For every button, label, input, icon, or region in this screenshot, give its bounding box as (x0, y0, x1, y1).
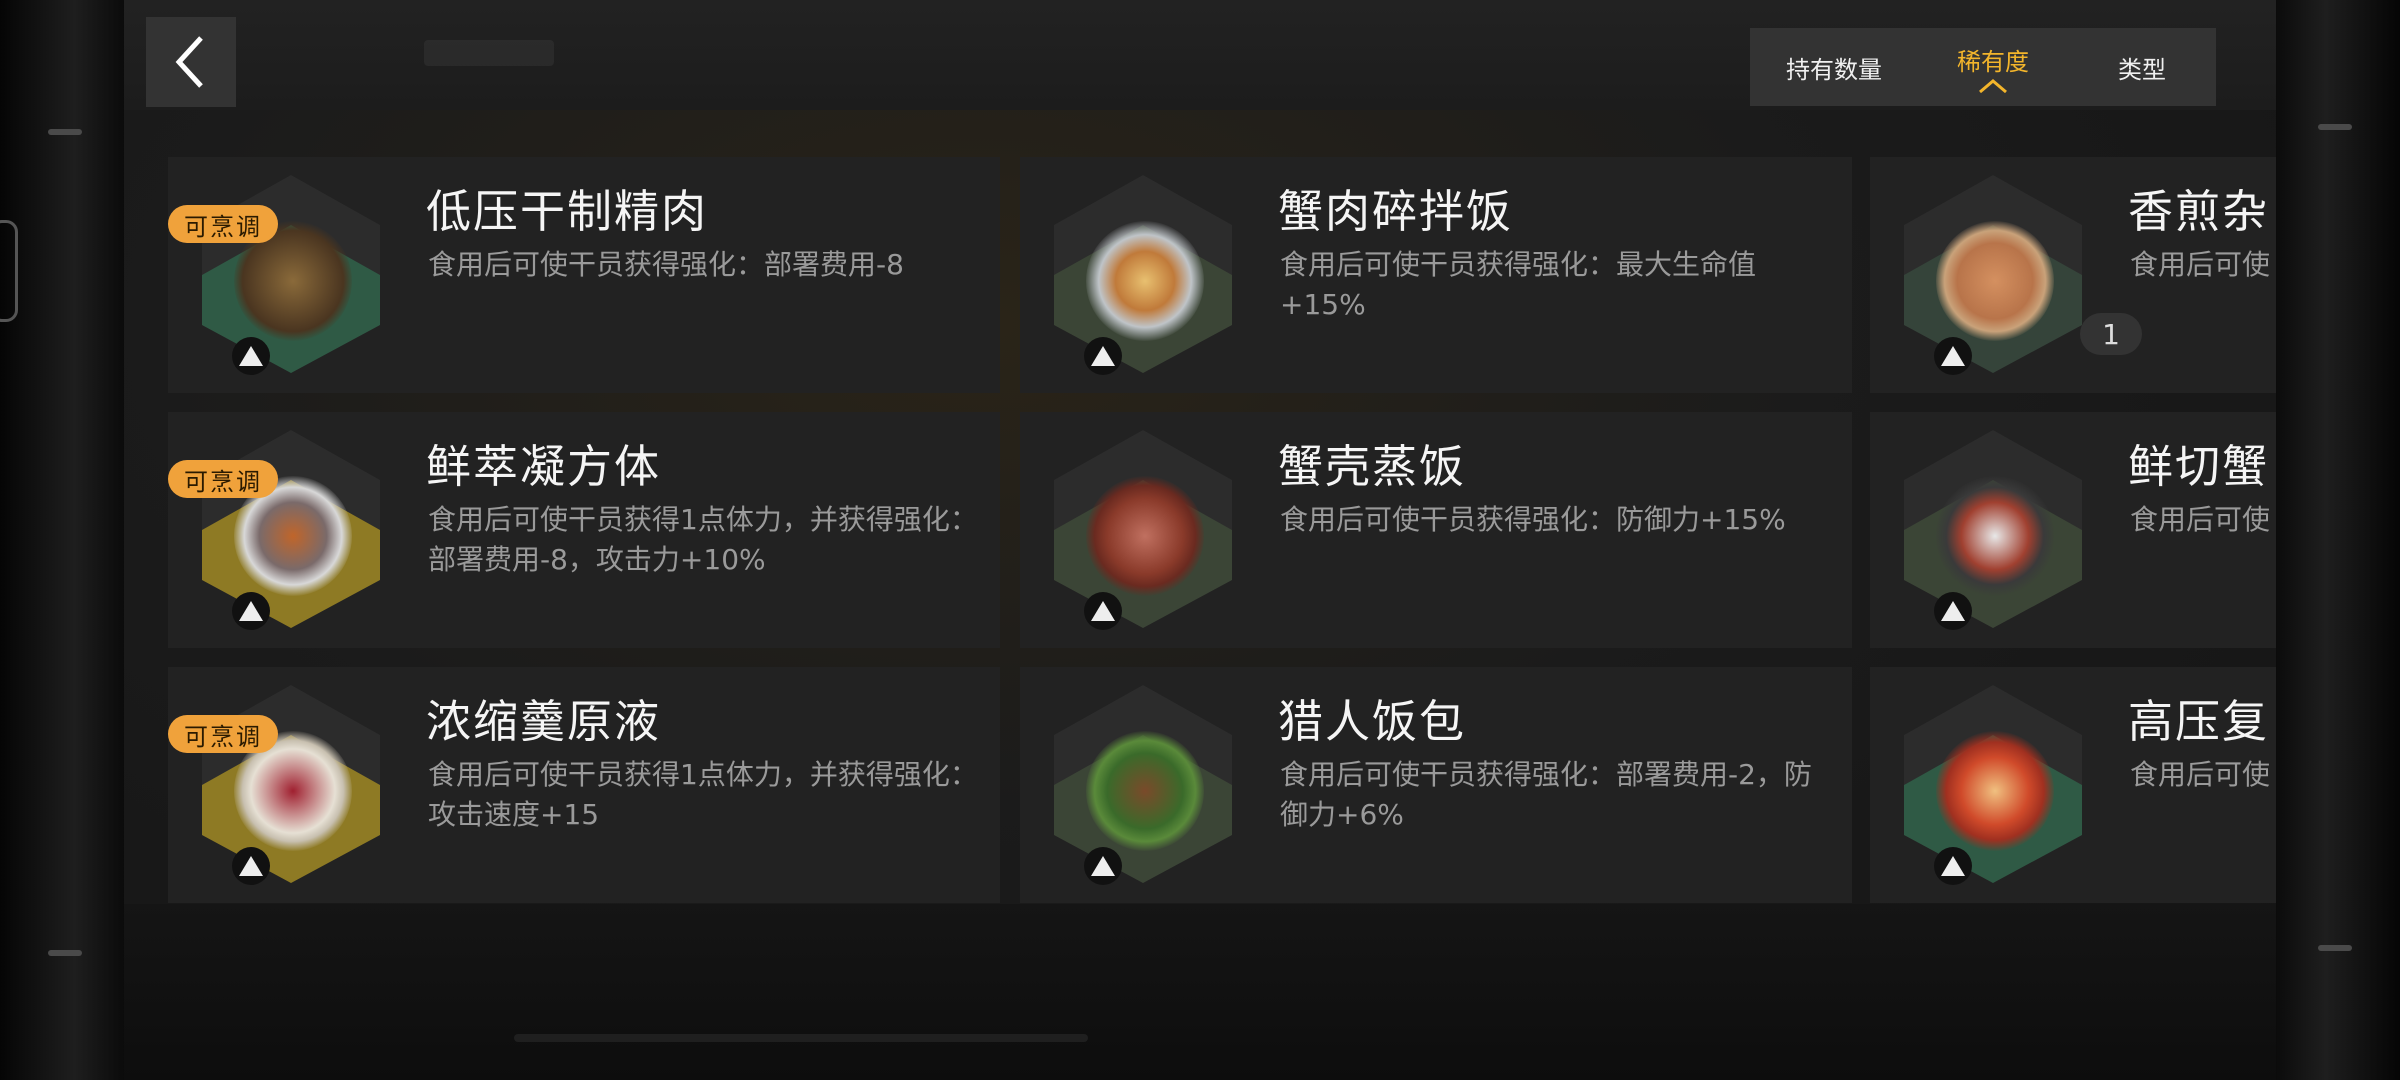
rarity-badge (1084, 847, 1122, 885)
rarity-badge (232, 847, 270, 885)
bottom-shadow-area (124, 904, 2276, 1080)
sort-by-rarity[interactable]: 稀有度 (1918, 28, 2068, 106)
food-tile (1050, 426, 1236, 632)
rarity-triangle-icon (1091, 601, 1115, 621)
cookable-badge: 可烹调 (168, 460, 278, 498)
rarity-triangle-icon (1091, 346, 1115, 366)
sort-label: 持有数量 (1786, 55, 1882, 84)
food-card[interactable]: 蟹肉碎拌饭 食用后可使干员获得强化：最大生命值+15% (1020, 157, 1852, 393)
food-name: 鲜萃凝方体 (426, 440, 662, 493)
device-mark (2318, 124, 2352, 130)
crab-rice-icon (1086, 221, 1204, 341)
food-description: 食用后可使 (2130, 758, 2271, 791)
quantity-badge: 1 (2080, 313, 2142, 355)
rarity-badge (1934, 337, 1972, 375)
page-title-placeholder (424, 40, 554, 66)
food-tile (198, 426, 384, 632)
food-description: 食用后可使干员获得1点体力，并获得强化：部署费用-8，攻击力+10% (428, 503, 978, 576)
device-mark (48, 129, 82, 135)
food-name: 蟹肉碎拌饭 (1278, 185, 1514, 238)
food-card[interactable]: 蟹壳蒸饭 食用后可使干员获得强化：防御力+15% (1020, 412, 1852, 648)
leaf-wrap-icon (1086, 731, 1204, 851)
food-card[interactable]: 鲜切蟹 食用后可使 (1870, 412, 2276, 648)
food-card[interactable]: 可烹调 鲜萃凝方体 食用后可使干员获得1点体力，并获得强化：部署费用-8，攻击力… (168, 412, 1000, 648)
rarity-triangle-icon (1941, 601, 1965, 621)
rarity-triangle-icon (239, 856, 263, 876)
food-card[interactable]: 可烹调 浓缩羹原液 食用后可使干员获得1点体力，并获得强化：攻击速度+15 (168, 667, 1000, 903)
crab-shell-icon (1086, 476, 1204, 596)
food-name: 鲜切蟹 (2128, 440, 2270, 493)
rarity-badge (232, 592, 270, 630)
food-tile (198, 681, 384, 887)
device-mark (2318, 945, 2352, 951)
rarity-triangle-icon (1941, 856, 1965, 876)
top-bar: 持有数量 稀有度 类型 (124, 0, 2276, 110)
food-description: 食用后可使干员获得1点体力，并获得强化：攻击速度+15 (428, 758, 978, 831)
fried-mix-icon (1936, 221, 2054, 341)
sort-caret-up-icon (1979, 78, 2007, 93)
food-card[interactable]: 1 香煎杂 食用后可使 (1870, 157, 2276, 393)
device-bump (0, 220, 18, 322)
food-description: 食用后可使 (2130, 248, 2271, 281)
food-description: 食用后可使 (2130, 503, 2271, 536)
sort-label: 类型 (2118, 55, 2166, 84)
food-card[interactable]: 猎人饭包 食用后可使干员获得强化：部署费用-2，防御力+6% (1020, 667, 1852, 903)
food-tile (198, 171, 384, 377)
food-name: 浓缩羹原液 (426, 695, 662, 748)
food-name: 猎人饭包 (1278, 695, 1467, 748)
rarity-badge (1084, 592, 1122, 630)
device-frame-right (2276, 0, 2400, 1080)
food-description: 食用后可使干员获得强化：防御力+15% (1280, 503, 1786, 536)
rarity-badge (1084, 337, 1122, 375)
food-description: 食用后可使干员获得强化：最大生命值+15% (1280, 248, 1757, 321)
food-name: 高压复 (2128, 695, 2270, 748)
sort-label: 稀有度 (1957, 47, 2029, 76)
sort-bar: 持有数量 稀有度 类型 (1750, 28, 2216, 106)
rarity-badge (232, 337, 270, 375)
food-description: 食用后可使干员获得强化：部署费用-2，防御力+6% (1280, 758, 1812, 831)
back-button[interactable] (146, 17, 236, 107)
food-card[interactable]: 可烹调 低压干制精肉 食用后可使干员获得强化：部署费用-8 (168, 157, 1000, 393)
food-tile (1050, 171, 1236, 377)
rarity-badge (1934, 592, 1972, 630)
food-description: 食用后可使干员获得强化：部署费用-8 (428, 248, 904, 281)
food-name: 香煎杂 (2128, 185, 2270, 238)
rarity-triangle-icon (1091, 856, 1115, 876)
food-tile (1050, 681, 1236, 887)
rarity-triangle-icon (239, 346, 263, 366)
food-name: 低压干制精肉 (426, 185, 709, 238)
food-tile (1900, 171, 2086, 377)
device-frame-left (0, 0, 124, 1080)
food-tile (1900, 681, 2086, 887)
food-card[interactable]: 高压复 食用后可使 (1870, 667, 2276, 903)
chevron-left-icon (175, 36, 203, 88)
cookable-badge: 可烹调 (168, 205, 278, 243)
pressure-cooker-icon (1936, 731, 2054, 851)
food-tile (1900, 426, 2086, 632)
cookable-badge: 可烹调 (168, 715, 278, 753)
device-mark (48, 950, 82, 956)
sort-by-type[interactable]: 类型 (2068, 28, 2216, 106)
food-inventory-screen: 持有数量 稀有度 类型 可烹调 低压干制精肉 食用后可使干员获得强化：部署费用-… (124, 0, 2276, 1080)
rarity-triangle-icon (1941, 346, 1965, 366)
sort-by-quantity[interactable]: 持有数量 (1750, 28, 1918, 106)
scroll-indicator[interactable] (514, 1034, 1088, 1042)
food-name: 蟹壳蒸饭 (1278, 440, 1467, 493)
rarity-badge (1934, 847, 1972, 885)
bento-icon (1936, 476, 2054, 596)
rarity-triangle-icon (239, 601, 263, 621)
